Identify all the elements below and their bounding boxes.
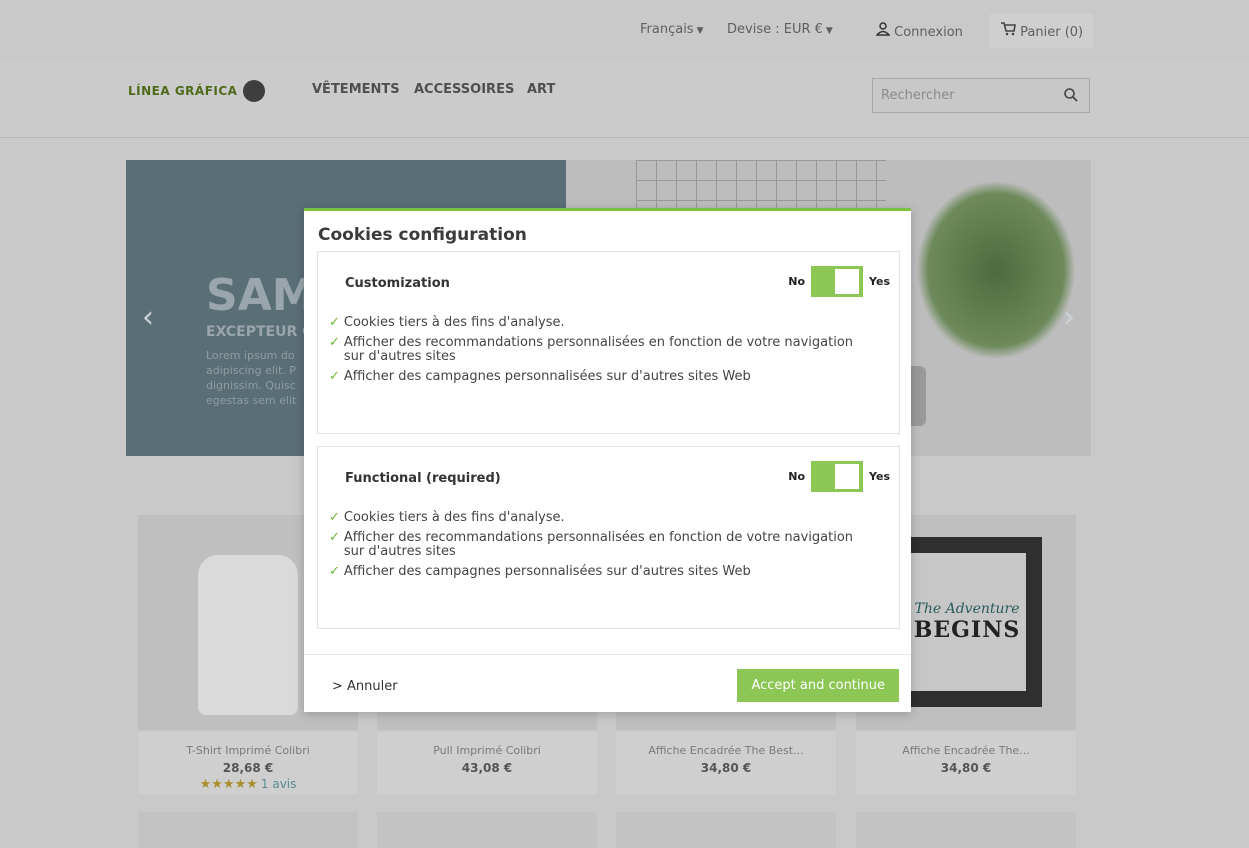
product-name[interactable]: Affiche Encadrée The... — [856, 744, 1076, 757]
user-icon — [875, 22, 894, 40]
list-item-text: Afficher des recommandations personnalis… — [343, 530, 854, 559]
cart-link[interactable]: Panier (0) — [990, 14, 1094, 48]
login-label: Connexion — [894, 25, 963, 40]
product-card-partial[interactable] — [377, 812, 597, 848]
cookie-purpose-list: ✓ Cookies tiers à des fins d'analyse. ✓ Af… — [329, 511, 869, 585]
cookie-section-customization: Customization No Yes ✓ Cookies tiers à de… — [317, 251, 900, 434]
language-selector[interactable]: Français ▼ — [640, 22, 704, 37]
check-icon: ✓ — [329, 315, 340, 330]
toggle-yes-label: Yes — [869, 470, 890, 483]
cancel-link[interactable]: > Annuler — [332, 679, 398, 694]
customization-toggle[interactable] — [811, 266, 864, 297]
chevron-left-icon[interactable]: ‹ — [142, 300, 154, 335]
chevron-down-icon: ▼ — [825, 26, 833, 36]
check-icon: ✓ — [329, 530, 340, 545]
site-logo[interactable]: LÍNEA GRÁFICA — [128, 80, 266, 102]
list-item: ✓ Afficher des recommandations personnali… — [329, 336, 869, 364]
toggle-no-label: No — [788, 275, 806, 288]
reviews-count[interactable]: 1 avis — [261, 777, 297, 791]
product-info: T-Shirt Imprimé Colibri 28,68 € ★★★★★ 1 a… — [138, 732, 358, 794]
consent-toggle-group: No Yes — [788, 461, 890, 492]
list-item: ✓ Afficher des campagnes personnalisées s… — [329, 565, 869, 579]
product-name[interactable]: Affiche Encadrée The Best... — [616, 744, 836, 757]
menu-item-accessoires[interactable]: ACCESSOIRES — [414, 82, 514, 97]
product-price: 34,80 € — [700, 761, 752, 775]
top-bar: Français ▼ Devise : EUR € ▼ Connexion Pani… — [0, 0, 1249, 62]
list-item-text: Cookies tiers à des fins d'analyse. — [343, 315, 565, 330]
product-info: Affiche Encadrée The Best... 34,80 € — [616, 732, 836, 794]
search-input[interactable] — [873, 79, 1043, 112]
list-item-text: Afficher des recommandations personnalis… — [343, 335, 854, 364]
search-box — [872, 78, 1090, 113]
language-label: Français — [640, 22, 694, 37]
rating-stars: ★★★★★ 1 avis — [138, 777, 358, 792]
list-item-text: Cookies tiers à des fins d'analyse. — [343, 510, 565, 525]
consent-toggle-group: No Yes — [788, 266, 890, 297]
modal-title: Cookies configuration — [318, 225, 527, 245]
product-info: Pull Imprimé Colibri 43,08 € — [377, 732, 597, 794]
menu-item-art[interactable]: ART — [527, 82, 555, 97]
product-card-partial[interactable] — [856, 812, 1076, 848]
check-icon: ✓ — [329, 510, 340, 525]
toggle-yes-label: Yes — [869, 275, 890, 288]
hero-title: SAM — [206, 270, 316, 321]
menu-item-vetements[interactable]: VÊTEMENTS — [312, 82, 400, 97]
toggle-knob — [835, 269, 860, 294]
product-name[interactable]: T-Shirt Imprimé Colibri — [138, 744, 358, 757]
currency-label: Devise : EUR € — [727, 22, 823, 37]
chevron-right-icon[interactable]: › — [1063, 300, 1075, 335]
site-header: LÍNEA GRÁFICA VÊTEMENTS ACCESSOIRES ART — [0, 62, 1249, 138]
search-icon[interactable] — [1063, 87, 1079, 107]
check-icon: ✓ — [329, 564, 340, 579]
hero-text: Lorem ipsum do adipiscing elit. P dignis… — [206, 349, 297, 407]
product-info: Affiche Encadrée The... 34,80 € — [856, 732, 1076, 794]
list-item: ✓ Afficher des campagnes personnalisées s… — [329, 370, 869, 384]
check-icon: ✓ — [329, 335, 340, 350]
toggle-knob — [835, 464, 860, 489]
poster-line2: BEGINS — [913, 617, 1021, 643]
modal-footer: > Annuler Accept and continue — [304, 654, 911, 715]
cart-icon — [1000, 22, 1020, 40]
list-item: ✓ Afficher des recommandations personnali… — [329, 531, 869, 559]
cart-label: Panier (0) — [1020, 25, 1084, 40]
cookie-section-functional: Functional (required) No Yes ✓ Cookies ti… — [317, 446, 900, 629]
login-link[interactable]: Connexion — [875, 22, 963, 40]
currency-selector[interactable]: Devise : EUR € ▼ — [727, 22, 833, 37]
chevron-down-icon: ▼ — [696, 26, 704, 36]
list-item-text: Afficher des campagnes personnalisées su… — [343, 369, 751, 384]
logo-text: LÍNEA GRÁFICA — [128, 84, 238, 98]
plant-image — [916, 180, 1076, 360]
poster-frame: The Adventure BEGINS — [892, 537, 1042, 707]
section-title: Functional (required) — [345, 471, 501, 486]
poster-content: The Adventure BEGINS — [908, 553, 1026, 691]
list-item-text: Afficher des campagnes personnalisées su… — [343, 564, 751, 579]
check-icon: ✓ — [329, 369, 340, 384]
logo-badge-icon — [243, 80, 266, 102]
section-title: Customization — [345, 276, 450, 291]
product-name[interactable]: Pull Imprimé Colibri — [377, 744, 597, 757]
toggle-no-label: No — [788, 470, 806, 483]
list-item: ✓ Cookies tiers à des fins d'analyse. — [329, 316, 869, 330]
functional-toggle[interactable] — [811, 461, 864, 492]
product-price: 34,80 € — [940, 761, 992, 775]
product-price: 28,68 € — [222, 761, 274, 775]
hero-subtitle: EXCEPTEUR C — [206, 324, 313, 340]
cookies-modal: Cookies configuration Customization No Y… — [304, 208, 911, 712]
star-icons: ★★★★★ — [199, 777, 258, 792]
product-card-partial[interactable] — [138, 812, 358, 848]
list-item: ✓ Cookies tiers à des fins d'analyse. — [329, 511, 869, 525]
tshirt-image — [198, 555, 298, 715]
product-price: 43,08 € — [461, 761, 513, 775]
accept-button[interactable]: Accept and continue — [737, 669, 899, 702]
product-card-partial[interactable] — [616, 812, 836, 848]
poster-line1: The Adventure — [914, 601, 1020, 617]
cookie-purpose-list: ✓ Cookies tiers à des fins d'analyse. ✓ Af… — [329, 316, 869, 390]
